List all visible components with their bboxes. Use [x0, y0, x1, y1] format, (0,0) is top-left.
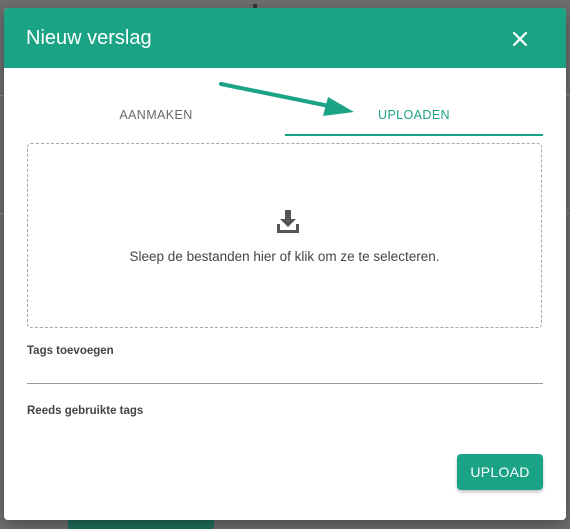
tags-input[interactable]	[27, 360, 543, 384]
upload-button[interactable]: UPLOAD	[457, 454, 543, 490]
used-tags-label: Reeds gebruikte tags	[27, 405, 144, 417]
arrow-icon	[219, 82, 354, 116]
file-dropzone[interactable]: Sleep de bestanden hier of klik om ze te…	[27, 143, 542, 328]
dialog-header: Nieuw verslag	[4, 8, 566, 68]
dialog-title: Nieuw verslag	[26, 27, 152, 49]
close-icon	[512, 31, 528, 47]
tags-label: Tags toevoegen	[27, 345, 114, 357]
close-button[interactable]	[505, 24, 535, 54]
download-icon	[277, 210, 299, 233]
new-report-dialog: Nieuw verslag AANMAKEN UPLOADEN Sleep de…	[4, 8, 566, 520]
dropzone-text: Sleep de bestanden hier of klik om ze te…	[129, 249, 440, 264]
